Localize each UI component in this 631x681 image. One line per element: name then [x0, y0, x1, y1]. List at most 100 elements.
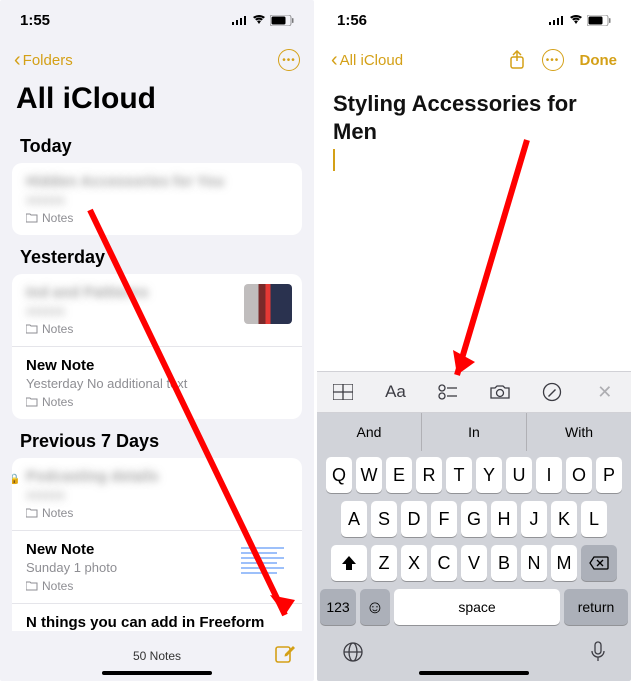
note-row[interactable]: 🔒 Podcasting details xxxxxx Notes [12, 458, 302, 531]
suggestion-bar: And In With [317, 413, 631, 451]
key-e[interactable]: E [386, 457, 412, 493]
numbers-key[interactable]: 123 [320, 589, 356, 625]
text-cursor [333, 149, 335, 171]
return-key[interactable]: return [564, 589, 628, 625]
folder-icon [26, 213, 38, 223]
key-b[interactable]: B [491, 545, 517, 581]
table-button[interactable] [321, 377, 365, 407]
key-x[interactable]: X [401, 545, 427, 581]
key-p[interactable]: P [596, 457, 622, 493]
key-j[interactable]: J [521, 501, 547, 537]
back-label: Folders [23, 52, 73, 69]
status-bar: 1:56 [317, 0, 631, 40]
folder-icon [26, 397, 38, 407]
camera-button[interactable] [478, 377, 522, 407]
back-button[interactable]: ‹ Folders [14, 50, 73, 70]
signal-icon [232, 15, 248, 25]
checklist-icon [438, 384, 458, 400]
status-bar: 1:55 [0, 0, 314, 40]
key-m[interactable]: M [551, 545, 577, 581]
close-format-button[interactable]: ✕ [583, 377, 627, 407]
globe-icon [342, 641, 364, 663]
key-t[interactable]: T [446, 457, 472, 493]
notes-scroll[interactable]: Today Hidden Accessories for You xxxxxx … [0, 124, 314, 631]
note-row[interactable]: N things you can add in Freeform whi… Su… [12, 604, 302, 631]
wifi-icon [569, 15, 583, 25]
backspace-key[interactable] [581, 545, 617, 581]
key-k[interactable]: K [551, 501, 577, 537]
note-row[interactable]: Hidden Accessories for You xxxxxx Notes [12, 163, 302, 235]
emoji-key[interactable]: ☺ [360, 589, 390, 625]
key-o[interactable]: O [566, 457, 592, 493]
key-z[interactable]: Z [371, 545, 397, 581]
note-row[interactable]: Ind and Pattterns xxxxxx Notes [12, 274, 302, 347]
space-key[interactable]: space [394, 589, 560, 625]
key-n[interactable]: N [521, 545, 547, 581]
suggestion[interactable]: And [317, 413, 422, 451]
note-sub: Yesterday No additional text [26, 376, 288, 391]
key-l[interactable]: L [581, 501, 607, 537]
key-f[interactable]: F [431, 501, 457, 537]
key-s[interactable]: S [371, 501, 397, 537]
folder-icon [26, 581, 38, 591]
page-title: All iCloud [0, 80, 314, 124]
share-icon [508, 50, 526, 70]
checklist-button[interactable] [426, 377, 470, 407]
more-button[interactable]: ••• [278, 49, 300, 71]
keyboard: QWERTYUIOP ASDFGHJKL ZXCVBNM 123 ☺ space… [317, 451, 631, 681]
home-indicator [102, 671, 212, 675]
status-time: 1:55 [20, 12, 50, 29]
note-folder: Notes [26, 579, 288, 593]
markup-button[interactable] [530, 377, 574, 407]
camera-icon [489, 384, 511, 400]
note-title-hidden: Podcasting details [26, 468, 288, 485]
note-folder: Notes [26, 211, 288, 225]
chevron-left-icon: ‹ [14, 50, 21, 70]
note-sub-hidden: xxxxxx [26, 487, 288, 502]
folder-icon [26, 324, 38, 334]
shift-icon [341, 555, 357, 571]
mic-icon [590, 641, 606, 663]
dictation-key[interactable] [590, 641, 606, 663]
nav-bar: ‹ Folders ••• [0, 40, 314, 80]
globe-key[interactable] [342, 641, 364, 663]
back-button[interactable]: ‹ All iCloud [331, 50, 403, 70]
note-editor[interactable]: Styling Accessories for Men [317, 80, 631, 371]
note-thumbnail [238, 541, 292, 581]
key-c[interactable]: C [431, 545, 457, 581]
key-r[interactable]: R [416, 457, 442, 493]
text-format-button[interactable]: Aa [373, 377, 417, 407]
key-d[interactable]: D [401, 501, 427, 537]
backspace-icon [589, 556, 609, 570]
more-button[interactable]: ••• [542, 49, 564, 71]
key-y[interactable]: Y [476, 457, 502, 493]
table-icon [333, 384, 353, 400]
format-bar: Aa ✕ [317, 371, 631, 413]
note-folder: Notes [26, 322, 288, 336]
card-prev7: 🔒 Podcasting details xxxxxx Notes New No… [12, 458, 302, 631]
key-v[interactable]: V [461, 545, 487, 581]
key-u[interactable]: U [506, 457, 532, 493]
shift-key[interactable] [331, 545, 367, 581]
compose-button[interactable] [274, 643, 296, 665]
nav-bar: ‹ All iCloud ••• Done [317, 40, 631, 80]
note-folder: Notes [26, 506, 288, 520]
folder-icon [26, 508, 38, 518]
suggestion[interactable]: With [527, 413, 631, 451]
suggestion[interactable]: In [422, 413, 527, 451]
chevron-left-icon: ‹ [331, 50, 338, 70]
note-row[interactable]: New Note Yesterday No additional text No… [12, 347, 302, 419]
key-w[interactable]: W [356, 457, 382, 493]
done-button[interactable]: Done [580, 52, 618, 69]
key-q[interactable]: Q [326, 457, 352, 493]
key-g[interactable]: G [461, 501, 487, 537]
key-i[interactable]: I [536, 457, 562, 493]
note-title-hidden: Hidden Accessories for You [26, 173, 288, 190]
note-row[interactable]: New Note Sunday 1 photo Notes [12, 531, 302, 604]
section-yesterday: Yesterday [12, 235, 302, 274]
key-h[interactable]: H [491, 501, 517, 537]
notes-count: 50 Notes [133, 649, 181, 663]
share-button[interactable] [508, 50, 526, 70]
section-today: Today [12, 124, 302, 163]
key-a[interactable]: A [341, 501, 367, 537]
